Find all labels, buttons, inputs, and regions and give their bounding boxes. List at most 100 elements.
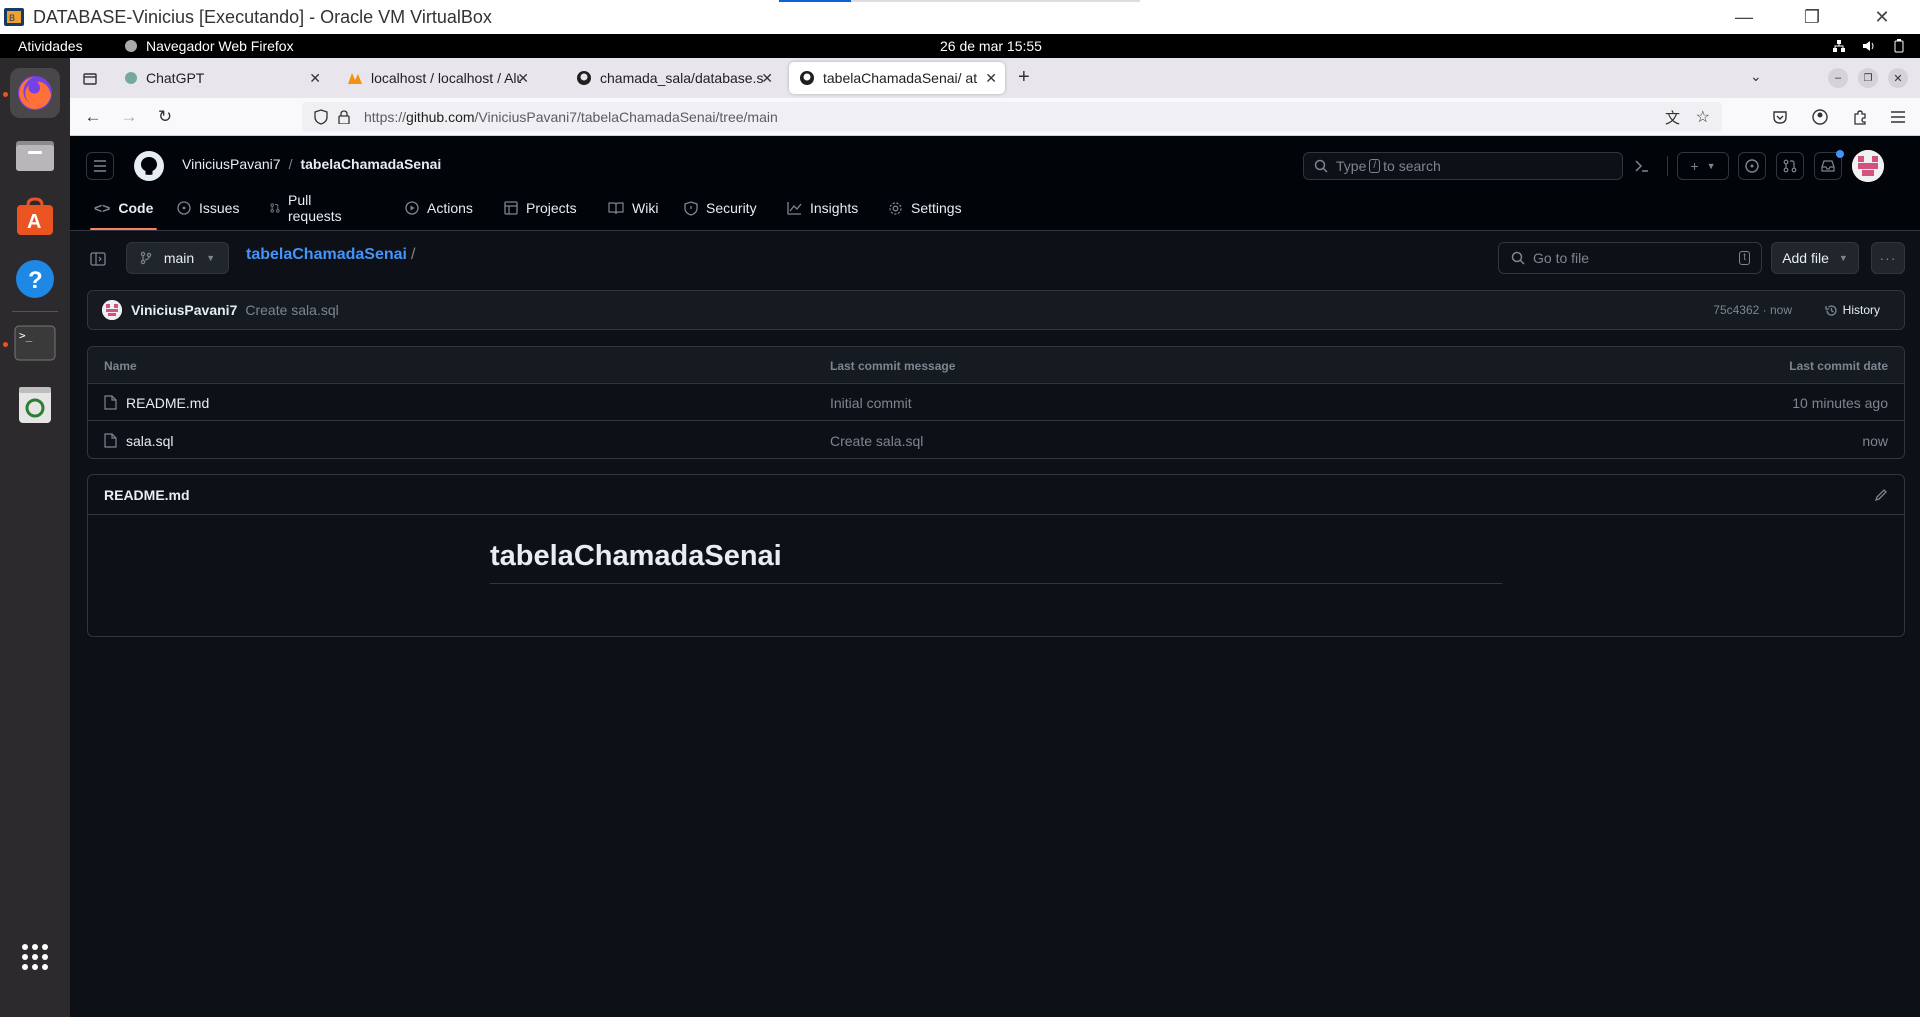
file-toolbar: main ▼ tabelaChamadaSenai / Go to file t … <box>70 231 1920 287</box>
hamburger-icon <box>94 160 106 172</box>
close-tab-icon[interactable]: ✕ <box>985 70 997 87</box>
show-apps-icon[interactable] <box>10 932 60 982</box>
repo-name-link[interactable]: tabelaChamadaSenai <box>300 156 441 172</box>
new-tab-button[interactable]: + <box>1018 66 1030 89</box>
more-options-button[interactable]: ··· <box>1871 242 1905 274</box>
tab-security[interactable]: Security <box>684 186 757 230</box>
create-new-button[interactable]: + ▼ <box>1677 152 1729 180</box>
extensions-icon[interactable] <box>1852 109 1868 125</box>
table-header: Name Last commit message Last commit dat… <box>88 347 1904 384</box>
translate-icon[interactable]: 文 <box>1665 107 1680 128</box>
readme-filename[interactable]: README.md <box>104 487 190 503</box>
help-dock-icon[interactable]: ? <box>10 254 60 304</box>
firefox-close-button[interactable]: ✕ <box>1888 68 1908 88</box>
inbox-button[interactable] <box>1814 150 1844 180</box>
go-to-file-shortcut-key: t <box>1739 251 1750 265</box>
commit-author-link[interactable]: ViniciusPavani7 <box>131 302 237 318</box>
commit-hash-time[interactable]: 75c4362 · now <box>1713 303 1792 317</box>
issues-button[interactable] <box>1738 152 1766 180</box>
table-row[interactable]: README.md Initial commit 10 minutes ago <box>88 384 1904 421</box>
close-tab-icon[interactable]: ✕ <box>761 70 773 87</box>
go-to-file-input[interactable]: Go to file t <box>1498 242 1762 274</box>
tab-label: Insights <box>810 200 859 216</box>
commit-author-avatar[interactable] <box>102 300 122 320</box>
shield-icon[interactable] <box>314 109 328 125</box>
tab-localhost[interactable]: localhost / localhost / Alu ✕ <box>337 62 537 94</box>
pull-requests-button[interactable] <box>1776 152 1804 180</box>
go-to-file-placeholder: Go to file <box>1533 250 1590 266</box>
tab-chamada-sala[interactable]: chamada_sala/database.s ✕ <box>566 62 781 94</box>
column-header-name: Name <box>104 358 137 373</box>
activities-button[interactable]: Atividades <box>18 38 83 54</box>
pocket-icon[interactable] <box>1772 109 1788 125</box>
back-button[interactable]: ← <box>82 106 104 128</box>
breadcrumb-repo-link[interactable]: tabelaChamadaSenai <box>246 246 407 263</box>
add-file-button[interactable]: Add file ▼ <box>1771 242 1859 274</box>
forward-button[interactable]: → <box>118 106 140 128</box>
tab-chatgpt[interactable]: ChatGPT ✕ <box>114 62 329 94</box>
command-palette-button[interactable] <box>1628 152 1656 180</box>
file-commit-message-link[interactable]: Create sala.sql <box>830 422 923 459</box>
bookmark-star-icon[interactable]: ☆ <box>1696 107 1710 127</box>
chevron-down-icon: ▼ <box>1706 161 1716 171</box>
url-bar[interactable]: https://github.com/ViniciusPavani7/tabel… <box>302 102 1722 132</box>
github-search-input[interactable]: Type / to search <box>1303 152 1623 180</box>
tab-actions[interactable]: Actions <box>405 186 473 230</box>
tab-issues[interactable]: Issues <box>177 186 239 230</box>
tab-code[interactable]: <> Code <box>90 186 158 230</box>
close-tab-icon[interactable]: ✕ <box>517 70 529 87</box>
app-center-dock-icon[interactable]: A <box>10 192 60 242</box>
tab-label: Issues <box>199 200 240 216</box>
latest-commit-bar: ViniciusPavani7 Create sala.sql 75c4362 … <box>87 290 1905 330</box>
history-link[interactable]: History <box>1825 303 1880 317</box>
file-name-link[interactable]: README.md <box>126 395 209 411</box>
file-commit-date: now <box>1862 432 1888 449</box>
active-indicator <box>3 342 8 347</box>
minimize-button[interactable]: — <box>1714 0 1774 34</box>
readme-header: README.md <box>88 475 1904 515</box>
lock-icon[interactable] <box>338 110 350 124</box>
sidebar-toggle-button[interactable] <box>86 247 110 271</box>
kebab-horizontal-icon: ··· <box>1879 250 1897 266</box>
hamburger-menu-button[interactable] <box>86 152 114 180</box>
branch-name: main <box>163 250 195 266</box>
active-indicator <box>3 92 8 97</box>
tab-settings[interactable]: Settings <box>888 186 962 230</box>
firefox-restore-button[interactable]: ❐ <box>1858 68 1878 88</box>
github-logo-icon[interactable] <box>133 150 165 182</box>
notification-dot <box>1836 150 1844 158</box>
close-tab-icon[interactable]: ✕ <box>309 70 321 87</box>
tab-tabela-chamada-senai[interactable]: tabelaChamadaSenai/ at ✕ <box>789 62 1005 94</box>
pencil-icon[interactable] <box>1874 488 1888 502</box>
restore-button[interactable]: ❐ <box>1782 0 1842 34</box>
tab-insights[interactable]: Insights <box>787 186 858 230</box>
reload-button[interactable]: ↻ <box>154 106 176 128</box>
tab-bar: ChatGPT ✕ localhost / localhost / Alu ✕ … <box>70 58 1920 98</box>
tab-overview-icon[interactable] <box>80 68 100 88</box>
account-icon[interactable] <box>1812 109 1828 125</box>
menu-icon[interactable] <box>1890 110 1906 124</box>
firefox-dock-icon[interactable] <box>10 68 60 118</box>
clock[interactable]: 26 de mar 15:55 <box>940 38 1042 54</box>
tab-pull-requests[interactable]: Pull requests <box>270 186 346 230</box>
issue-icon <box>177 201 191 215</box>
branch-select-button[interactable]: main ▼ <box>126 242 229 274</box>
firefox-minimize-button[interactable]: – <box>1828 68 1848 88</box>
user-avatar[interactable] <box>1852 150 1884 182</box>
close-window-button[interactable]: ✕ <box>1852 0 1912 34</box>
commit-message-link[interactable]: Create sala.sql <box>245 302 338 318</box>
tab-projects[interactable]: Projects <box>504 186 577 230</box>
app-menu[interactable]: Navegador Web Firefox <box>124 38 294 54</box>
terminal-dock-icon[interactable]: >_ <box>10 318 60 368</box>
trash-dock-icon[interactable] <box>10 380 60 430</box>
file-commit-message-link[interactable]: Initial commit <box>830 384 912 421</box>
table-row[interactable]: sala.sql Create sala.sql now <box>88 422 1904 459</box>
files-dock-icon[interactable] <box>10 130 60 180</box>
tab-wiki[interactable]: Wiki <box>608 186 658 230</box>
system-tray[interactable] <box>1832 39 1906 53</box>
tab-label: Code <box>118 200 154 216</box>
file-icon <box>104 395 117 410</box>
repo-owner-link[interactable]: ViniciusPavani7 <box>182 156 281 172</box>
file-name-link[interactable]: sala.sql <box>126 433 173 449</box>
list-tabs-icon[interactable]: ⌄ <box>1750 68 1762 85</box>
